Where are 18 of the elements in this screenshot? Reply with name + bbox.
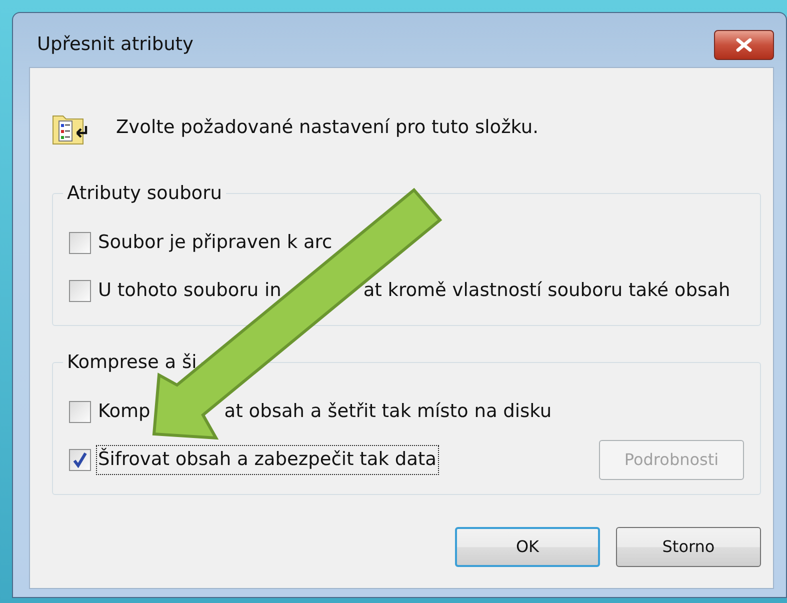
checkbox[interactable]: [69, 401, 91, 423]
checkbox[interactable]: [69, 449, 91, 471]
checkbox-label[interactable]: at obsah a šetřit tak místo na disku: [224, 398, 552, 426]
checkbox-label[interactable]: Komp: [98, 398, 150, 426]
checkbox-label[interactable]: Šifrovat obsah a zabezpečit tak data: [98, 446, 437, 474]
intro-text: Zvolte požadované nastavení pro tuto složku.: [116, 116, 539, 140]
checkbox-label[interactable]: U tohoto souboru in: [98, 277, 282, 305]
checkbox-label[interactable]: Soubor je připraven k arc: [98, 229, 332, 257]
close-icon: [735, 38, 753, 52]
checkbox[interactable]: [69, 232, 91, 254]
ok-button[interactable]: OK: [455, 527, 600, 567]
group-title: Komprese a ši: [67, 351, 197, 374]
window-title: Upřesnit atributy: [36, 33, 194, 58]
checkbox-label[interactable]: at kromě vlastností souboru také obsah: [363, 277, 730, 305]
checkbox[interactable]: [69, 280, 91, 302]
close-button[interactable]: [714, 30, 774, 60]
group-title: Atributy souboru: [67, 182, 222, 205]
cancel-button[interactable]: Storno: [616, 527, 761, 567]
